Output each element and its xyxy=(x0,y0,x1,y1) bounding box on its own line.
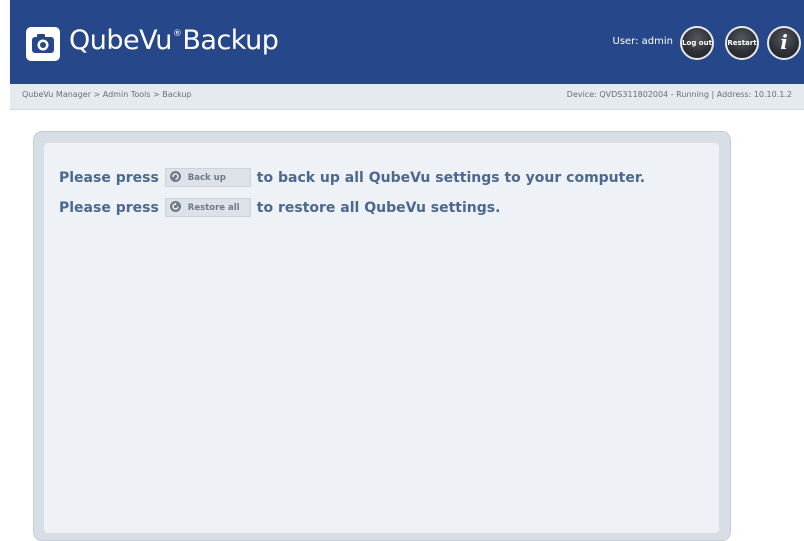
info-button[interactable]: i xyxy=(767,26,801,60)
backup-button[interactable]: Back up xyxy=(164,168,251,187)
app-name: QubeVu xyxy=(69,25,172,56)
app-title: QubeVu®Backup xyxy=(69,25,279,56)
restore-button-label: Restore all xyxy=(187,202,240,213)
restore-suffix: to restore all QubeVu settings. xyxy=(256,199,501,216)
restore-circle-icon xyxy=(169,200,181,215)
user-label: User: admin xyxy=(612,36,674,47)
device-status: Device: QVDS311802004 - Running | Addres… xyxy=(566,90,792,99)
restore-instruction: Please press Restore all to restore all … xyxy=(59,198,500,217)
camera-icon xyxy=(26,27,60,61)
breadcrumb: QubeVu Manager > Admin Tools > Backup xyxy=(22,90,192,99)
restore-all-button[interactable]: Restore all xyxy=(164,198,251,217)
app-suffix: Backup xyxy=(182,25,279,56)
registered-mark: ® xyxy=(172,29,182,39)
arrow-circle-icon xyxy=(169,170,181,185)
backup-suffix: to back up all QubeVu settings to your c… xyxy=(256,169,646,186)
restore-prefix: Please press xyxy=(59,199,159,216)
backup-button-label: Back up xyxy=(187,172,226,183)
backup-prefix: Please press xyxy=(59,169,159,186)
restart-button[interactable]: Restart xyxy=(725,26,759,60)
backup-instruction: Please press Back up to back up all Qube… xyxy=(59,168,645,187)
logout-button[interactable]: Log out xyxy=(680,26,714,60)
